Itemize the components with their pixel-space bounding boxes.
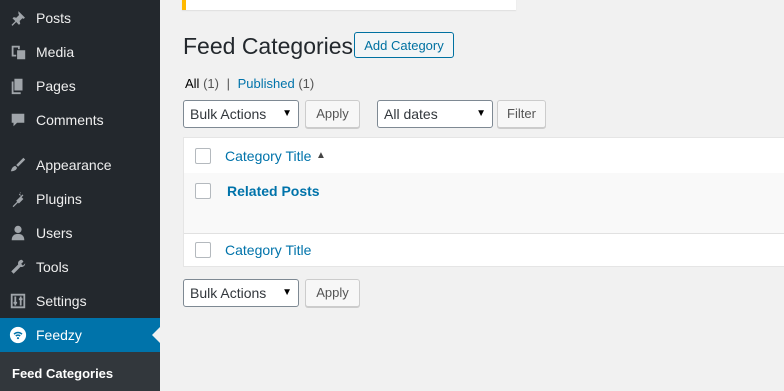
- select-all-checkbox[interactable]: [195, 148, 211, 164]
- row-title-link[interactable]: Related Posts: [227, 183, 320, 199]
- add-category-button[interactable]: Add Category: [354, 32, 454, 58]
- status-views: All (1) | Published (1): [185, 76, 314, 91]
- view-all-count: (1): [203, 76, 219, 91]
- sidebar-item-pages[interactable]: Pages: [0, 69, 160, 103]
- pin-icon: [8, 8, 28, 28]
- sidebar-item-posts[interactable]: Posts: [0, 1, 160, 35]
- sidebar-item-label: Settings: [36, 293, 87, 309]
- sidebar-item-feedzy[interactable]: Feedzy: [0, 318, 160, 352]
- submenu-item-feed-categories[interactable]: Feed Categories: [12, 366, 113, 381]
- apply-button-top[interactable]: Apply: [305, 100, 360, 128]
- media-icon: [8, 42, 28, 62]
- view-all-link[interactable]: All: [185, 76, 199, 91]
- pages-icon: [8, 76, 28, 96]
- wifi-icon: [8, 325, 28, 345]
- table-row: Related Posts: [184, 173, 784, 234]
- sidebar-item-label: Posts: [36, 10, 72, 26]
- user-icon: [8, 223, 28, 243]
- bulk-actions-value: Bulk Actions: [190, 106, 267, 122]
- filter-button[interactable]: Filter: [497, 100, 546, 128]
- sidebar-item-label: Media: [36, 44, 75, 60]
- paintbrush-icon: [8, 155, 28, 175]
- sidebar-item-label: Appearance: [36, 157, 112, 173]
- sort-asc-icon: ▲: [316, 150, 326, 161]
- sidebar-item-users[interactable]: Users: [0, 216, 160, 250]
- sidebar-item-plugins[interactable]: Plugins: [0, 182, 160, 216]
- sidebar-item-label: Tools: [36, 259, 69, 275]
- dropdown-arrow-icon: ▼: [282, 287, 292, 298]
- sidebar-item-appearance[interactable]: Appearance: [0, 148, 160, 182]
- wrench-icon: [8, 257, 28, 277]
- dropdown-arrow-icon: ▼: [282, 108, 292, 119]
- view-published-link[interactable]: Published: [238, 76, 295, 91]
- views-separator: |: [226, 76, 230, 91]
- column-footer-category-title[interactable]: Category Title: [225, 242, 311, 258]
- sidebar-item-label: Comments: [36, 112, 104, 128]
- page-title: Feed Categories: [183, 33, 354, 59]
- dropdown-arrow-icon: ▼: [476, 108, 486, 119]
- sidebar-item-label: Feedzy: [36, 327, 82, 343]
- comment-icon: [8, 110, 28, 130]
- date-filter-value: All dates: [384, 106, 438, 122]
- sidebar-item-label: Plugins: [36, 191, 82, 207]
- sliders-icon: [8, 291, 28, 311]
- admin-notice: [182, 0, 516, 10]
- date-filter-select[interactable]: All dates ▼: [377, 100, 493, 128]
- apply-button-bottom[interactable]: Apply: [305, 279, 360, 307]
- bulk-actions-select-bottom[interactable]: Bulk Actions ▼: [183, 279, 299, 307]
- sidebar-item-settings[interactable]: Settings: [0, 284, 160, 318]
- sidebar-item-comments[interactable]: Comments: [0, 103, 160, 137]
- row-checkbox[interactable]: [195, 183, 211, 199]
- bulk-actions-value: Bulk Actions: [190, 285, 267, 301]
- table-header-row: Category Title ▲: [184, 138, 784, 174]
- view-published-count: (1): [298, 76, 315, 91]
- sidebar-item-tools[interactable]: Tools: [0, 250, 160, 284]
- column-header-category-title[interactable]: Category Title: [225, 148, 311, 164]
- admin-sidebar: Posts Media Pages Comments Appearance Pl…: [0, 0, 160, 391]
- categories-table: Category Title ▲ Related Posts Category …: [183, 137, 784, 267]
- select-all-checkbox-footer[interactable]: [195, 242, 211, 258]
- feedzy-submenu: Feed Categories: [0, 352, 160, 391]
- sidebar-item-label: Pages: [36, 78, 76, 94]
- plug-icon: [8, 189, 28, 209]
- sidebar-item-label: Users: [36, 225, 73, 241]
- sidebar-item-media[interactable]: Media: [0, 35, 160, 69]
- bulk-actions-select-top[interactable]: Bulk Actions ▼: [183, 100, 299, 128]
- table-footer-row: Category Title: [184, 233, 784, 267]
